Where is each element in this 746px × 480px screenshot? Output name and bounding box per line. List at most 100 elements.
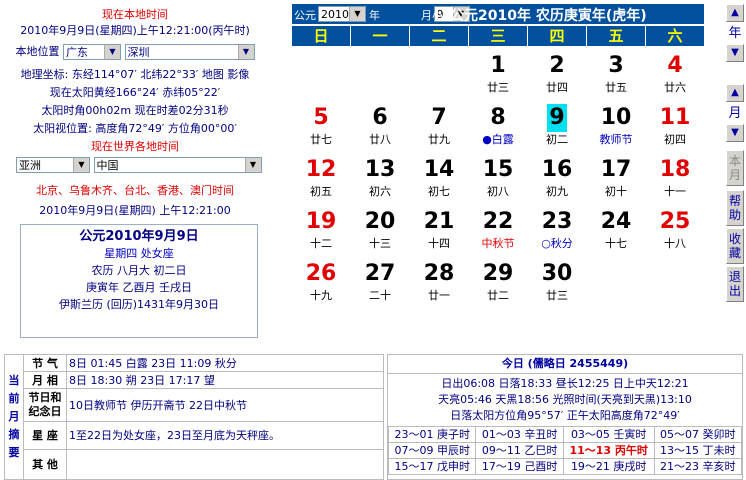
- city-select[interactable]: 深圳 ▼: [124, 44, 255, 60]
- day-number: 15: [482, 157, 514, 182]
- hour-cell: 21～23 辛亥时: [653, 458, 743, 475]
- day-number: 11: [659, 105, 691, 130]
- day-cell[interactable]: 9 初二: [528, 104, 586, 156]
- day-number: 25: [659, 209, 691, 234]
- day-number: 6: [372, 105, 388, 130]
- location-label: 本地位置: [15, 45, 60, 58]
- day-cell[interactable]: 24 十七: [587, 208, 645, 260]
- day-number: 24: [600, 209, 632, 234]
- day-cell[interactable]: 26 十九: [292, 260, 350, 312]
- day-cell[interactable]: 25 十八: [646, 208, 704, 260]
- day-cell[interactable]: 28 廿一: [410, 260, 468, 312]
- lunar-label: 十二: [310, 237, 332, 250]
- day-number: 26: [305, 261, 337, 286]
- this-month-button[interactable]: 本月: [726, 150, 744, 186]
- day-cell[interactable]: 19 十二: [292, 208, 350, 260]
- day-cell[interactable]: 15 初八: [469, 156, 527, 208]
- country-select[interactable]: 中国 ▼: [93, 157, 262, 173]
- day-cell[interactable]: 10 教师节: [587, 104, 645, 156]
- next-year-button[interactable]: ▼: [726, 44, 744, 62]
- day-cell[interactable]: 2 廿四: [528, 52, 586, 104]
- prev-year-button[interactable]: ▲: [726, 4, 744, 22]
- exit-button[interactable]: 退出: [726, 266, 744, 302]
- arrow-up-icon: ▲: [731, 7, 739, 18]
- location-row: 本地位置 广东 ▼ 深圳 ▼: [0, 43, 270, 60]
- day-number: 12: [305, 157, 337, 182]
- day-number: 9: [547, 104, 567, 132]
- province-select[interactable]: 广东 ▼: [63, 44, 121, 60]
- day-cell[interactable]: 8 ●白露: [469, 104, 527, 156]
- day-cell[interactable]: 12 初五: [292, 156, 350, 208]
- today-line: 日出06:08 日落18:33 昼长12:25 日上中天12:21: [441, 377, 689, 390]
- summary-side-label: 当前月摘要: [4, 354, 24, 480]
- row-label: 月 相: [23, 371, 67, 390]
- day-cell[interactable]: 18 十一: [646, 156, 704, 208]
- hour-cell: 01～03 辛丑时: [475, 426, 564, 443]
- day-number: 4: [667, 53, 683, 78]
- day-number: 19: [305, 209, 337, 234]
- lunar-label: 初八: [487, 185, 509, 198]
- day-cell[interactable]: 16 初九: [528, 156, 586, 208]
- date-info-box: 公元2010年9月9日 星期四 处女座 农历 八月大 初二日 庚寅年 乙酉月 壬…: [20, 224, 258, 338]
- day-cell[interactable]: 20 十三: [351, 208, 409, 260]
- day-cell[interactable]: 23 ○秋分: [528, 208, 586, 260]
- world-select-row: 亚洲 ▼ 中国 ▼: [16, 157, 286, 173]
- lunar-label: 十八: [664, 237, 686, 250]
- day-cell[interactable]: 13 初六: [351, 156, 409, 208]
- day-number: 28: [423, 261, 455, 286]
- day-number: 17: [600, 157, 632, 182]
- favorite-button[interactable]: 收藏: [726, 228, 744, 264]
- weekday-1: 一: [351, 26, 409, 46]
- day-number: 14: [423, 157, 455, 182]
- arrow-down-icon: ▼: [731, 47, 739, 58]
- weekday-3: 三: [469, 26, 527, 46]
- day-cell[interactable]: 6 廿八: [351, 104, 409, 156]
- lunar-label: 教师节: [599, 133, 633, 146]
- day-cell[interactable]: 14 初七: [410, 156, 468, 208]
- day-cell[interactable]: 21 十四: [410, 208, 468, 260]
- chevron-down-icon: ▼: [104, 45, 120, 59]
- local-time-title: 现在本地时间: [102, 8, 168, 21]
- hour-cell: 11～13 丙午时: [562, 442, 655, 459]
- lunar-label: 廿七: [310, 133, 332, 146]
- day-number: 20: [364, 209, 396, 234]
- prev-month-button[interactable]: ▲: [726, 84, 744, 102]
- day-cell[interactable]: 22 中秋节: [469, 208, 527, 260]
- weekday-6: 六: [646, 26, 704, 46]
- day-cell[interactable]: 5 廿七: [292, 104, 350, 156]
- day-cell[interactable]: 17 初十: [587, 156, 645, 208]
- lunar-label: 十三: [369, 237, 391, 250]
- day-cell[interactable]: 4 廿六: [646, 52, 704, 104]
- lunar-label: 廿三: [546, 289, 568, 302]
- day-cell[interactable]: 3 廿五: [587, 52, 645, 104]
- next-month-button[interactable]: ▼: [726, 124, 744, 142]
- day-number: 30: [541, 261, 573, 286]
- day-number: 8: [490, 105, 506, 130]
- day-number: 29: [482, 261, 514, 286]
- row-label: 星 座: [23, 420, 67, 450]
- hour-cell: 13～15 丁未时: [653, 442, 743, 459]
- day-cell[interactable]: 7 廿九: [410, 104, 468, 156]
- lunar-label: 初二: [546, 133, 568, 146]
- day-number: 21: [423, 209, 455, 234]
- lunar-label: 初七: [428, 185, 450, 198]
- day-cell[interactable]: 11 初四: [646, 104, 704, 156]
- info-lunar: 农历 八月大 初二日: [91, 264, 187, 277]
- hour-cell: 23～01 庚子时: [387, 426, 477, 443]
- day-cell[interactable]: 1 廿三: [469, 52, 527, 104]
- geo-coords[interactable]: 地理坐标: 东经114°07′ 北纬22°33′ 地图 影像: [0, 66, 270, 82]
- day-cell[interactable]: 29 廿二: [469, 260, 527, 312]
- today-line: 天亮05:46 天黑18:56 光照时间(天亮到天黑)13:10: [438, 393, 692, 406]
- summary-table: 当前月摘要 节 气 8日 01:45 白露 23日 11:09 秋分 月 相 8…: [4, 353, 384, 480]
- lunar-label: 廿八: [369, 133, 391, 146]
- year-select[interactable]: 2010 ▼: [318, 6, 366, 22]
- region-select[interactable]: 亚洲 ▼: [16, 157, 90, 173]
- day-number: 3: [608, 53, 624, 78]
- row-text: 1至22日为处女座，23日至月底为天秤座。: [66, 420, 384, 450]
- day-cell[interactable]: 30 廿三: [528, 260, 586, 312]
- weekday-0: 日: [292, 26, 350, 46]
- help-button[interactable]: 帮助: [726, 190, 744, 226]
- hours-table: 23～01 庚子时 01～03 辛丑时 03～05 壬寅时 05～07 癸卯时 07～0…: [387, 426, 743, 475]
- day-cell[interactable]: 27 二十: [351, 260, 409, 312]
- lunar-label: 廿二: [487, 289, 509, 302]
